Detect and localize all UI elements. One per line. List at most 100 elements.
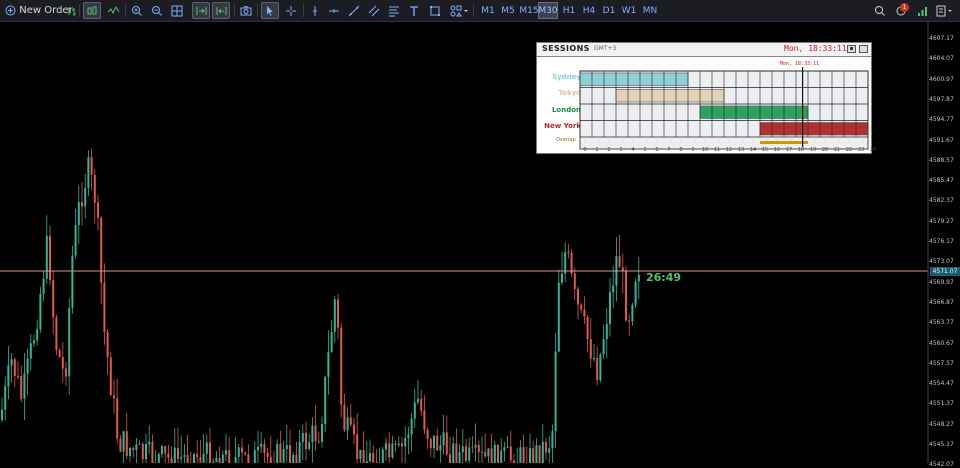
candle-body (529, 448, 531, 463)
candle-body (555, 352, 557, 432)
zoom-out-icon[interactable] (150, 2, 164, 19)
candle-body (455, 443, 457, 463)
candle-body (81, 202, 83, 206)
candle-body (423, 411, 425, 430)
bar-countdown: 26:49 (646, 271, 681, 284)
hour-label: 10 (699, 147, 711, 153)
candle-body (183, 455, 185, 457)
candle-body (606, 324, 608, 339)
candle-body (180, 457, 182, 459)
candle-body (327, 352, 329, 377)
candle-body (503, 447, 505, 450)
candle-body (583, 309, 585, 316)
candle-body (33, 341, 35, 344)
candle-body (439, 445, 441, 450)
timeframe-w1[interactable]: W1 (619, 2, 639, 19)
timeframe-mn[interactable]: MN (640, 2, 660, 19)
candle-body (225, 450, 227, 454)
price-axis-label: 4579.27 (929, 218, 954, 225)
camera-icon[interactable] (239, 2, 253, 19)
candle-body (295, 455, 297, 463)
candle-body (599, 354, 601, 379)
hour-label: 22 (843, 147, 855, 153)
hour-label: 5 (639, 147, 651, 153)
candle-body (289, 445, 291, 463)
zoom-in-icon[interactable] (130, 2, 144, 19)
sessions-panel[interactable]: SESSIONS GMT+3 Mon, 18:33:11 ▪ Mon, 18:3… (536, 42, 872, 154)
timeframe-m1[interactable]: M1 (478, 2, 498, 19)
candle-body (302, 433, 304, 442)
cursor-icon[interactable] (261, 2, 279, 19)
candle-body (267, 453, 269, 457)
timeframe-m15[interactable]: M15 (518, 2, 540, 19)
candle-body (20, 376, 22, 399)
candle-body (331, 332, 333, 352)
candle-body (228, 450, 230, 463)
candle-body (494, 445, 496, 463)
channel-icon[interactable] (366, 2, 382, 19)
text-tool-icon[interactable] (407, 2, 421, 19)
candle-body (241, 447, 243, 452)
candle-body (171, 458, 173, 463)
candle-body (638, 275, 640, 282)
timeframe-h4[interactable]: H4 (579, 2, 599, 19)
candlestick-icon[interactable] (83, 2, 101, 19)
timeframe-m30[interactable]: M30 (538, 2, 558, 19)
timeframe-d1[interactable]: D1 (599, 2, 619, 19)
signal-icon[interactable] (916, 2, 930, 19)
chart-shift-icon[interactable] (212, 2, 230, 19)
candle-body (580, 304, 582, 309)
fibonacci-icon[interactable] (386, 2, 402, 19)
candles-layer (1, 149, 640, 463)
candle-body (539, 445, 541, 463)
hour-label: 1 (591, 147, 603, 153)
candle-body (59, 350, 61, 357)
hour-label: 9 (687, 147, 699, 153)
vertical-line-icon[interactable] (308, 2, 322, 19)
candle-body (635, 281, 637, 305)
account-dropdown-icon[interactable] (934, 2, 956, 19)
candle-body (631, 305, 633, 321)
price-axis-label: 4591.67 (929, 137, 954, 144)
candle-body (465, 447, 467, 461)
candle-body (334, 299, 336, 332)
toolbar-separator (303, 4, 304, 17)
toolbar: New Order (0, 0, 960, 22)
search-icon[interactable] (873, 2, 887, 19)
candle-body (427, 430, 429, 439)
candle-body (318, 441, 320, 442)
shapes-dropdown-icon[interactable] (448, 2, 470, 19)
candle-body (299, 442, 301, 463)
hour-label: 17 (783, 147, 795, 153)
line-chart-icon[interactable] (105, 2, 121, 19)
timeframe-m5[interactable]: M5 (498, 2, 518, 19)
candle-body (30, 343, 32, 358)
rectangle-tool-icon[interactable] (427, 2, 443, 19)
candle-body (395, 444, 397, 445)
candle-body (129, 448, 131, 456)
timeframe-h1[interactable]: H1 (559, 2, 579, 19)
candle-body (4, 386, 6, 409)
candle-body (468, 447, 470, 460)
price-axis-label: 4548.27 (929, 421, 954, 428)
trendline-icon[interactable] (346, 2, 362, 19)
candle-body (151, 442, 153, 463)
candle-body (478, 445, 480, 452)
candle-body (382, 450, 384, 463)
horizontal-line-icon[interactable] (326, 2, 342, 19)
bar-chart-icon[interactable] (64, 2, 80, 19)
candle-body (436, 436, 438, 451)
candle-body (308, 442, 310, 449)
candle-body (417, 399, 419, 403)
grid-icon[interactable] (170, 2, 184, 19)
candle-body (414, 402, 416, 418)
candle-body (247, 454, 249, 463)
candle-body (167, 453, 169, 458)
current-price-label: 4571.07 (930, 267, 960, 276)
candle-body (471, 447, 473, 448)
auto-scroll-icon[interactable] (192, 2, 210, 19)
crosshair-icon[interactable] (283, 2, 299, 19)
candle-body (372, 453, 374, 462)
candle-body (337, 299, 339, 327)
candle-body (65, 369, 67, 377)
